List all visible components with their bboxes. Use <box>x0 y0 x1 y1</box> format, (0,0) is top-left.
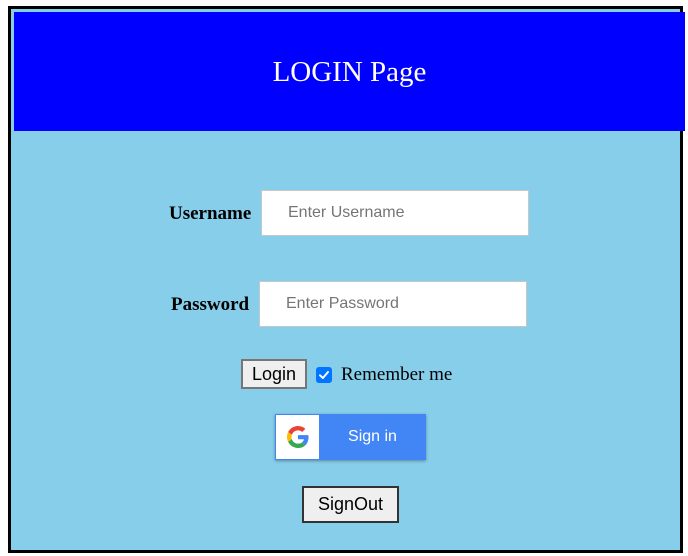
checkmark-icon <box>319 371 329 379</box>
page-header: LOGIN Page <box>14 12 685 131</box>
google-signin-label: Sign in <box>348 428 397 445</box>
username-label: Username <box>169 203 252 224</box>
password-label: Password <box>171 294 250 315</box>
google-signin-button[interactable]: Sign in <box>275 414 426 460</box>
page-title: LOGIN Page <box>272 56 427 88</box>
login-container: LOGIN Page Username Password Login Remem… <box>8 6 685 553</box>
signout-button[interactable]: SignOut <box>302 486 399 523</box>
login-button[interactable]: Login <box>241 359 307 389</box>
remember-me-label[interactable]: Remember me <box>341 364 452 386</box>
remember-me-group: Remember me <box>316 363 452 387</box>
password-input[interactable] <box>259 281 527 327</box>
username-input[interactable] <box>261 190 529 236</box>
google-logo-container <box>276 415 319 459</box>
remember-me-checkbox[interactable] <box>316 367 332 383</box>
google-g-icon <box>286 426 309 448</box>
